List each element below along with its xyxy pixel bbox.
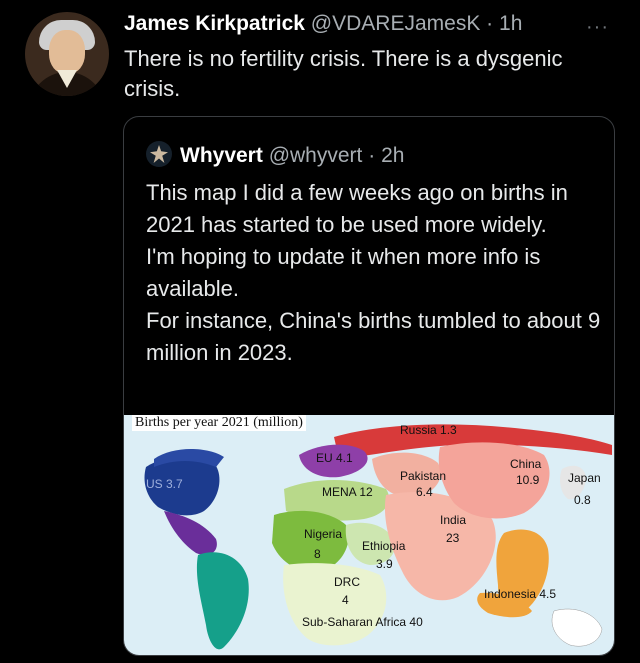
label-ethiopia-value: 3.9 [376, 557, 393, 571]
quote-paragraph: This map I did a few weeks ago on births… [146, 180, 568, 237]
quote-separator-dot: · [368, 144, 376, 167]
label-nigeria-value: 8 [314, 547, 321, 561]
tweet-header: James Kirkpatrick @VDAREJamesK · 1h [124, 12, 522, 36]
author-avatar[interactable] [25, 12, 109, 96]
label-eu: EU 4.1 [316, 451, 353, 465]
quote-paragraph: For instance, China's births tumbled to … [146, 308, 601, 365]
label-china-value: 10.9 [516, 473, 540, 487]
label-china: China [510, 457, 542, 471]
quote-time[interactable]: 2h [381, 144, 404, 167]
label-mena: MENA 12 [322, 485, 373, 499]
quote-text: This map I did a few weeks ago on births… [146, 177, 606, 369]
map-title: Births per year 2021 (million) [132, 415, 306, 431]
tweet-text: There is no fertility crisis. There is a… [124, 46, 563, 101]
label-indonesia: Indonesia 4.5 [484, 587, 557, 601]
author-handle[interactable]: @VDAREJamesK [311, 12, 481, 35]
region-central-america [164, 511, 217, 556]
separator-dot: · [486, 12, 494, 35]
quoted-tweet[interactable]: Whyvert @whyvert · 2h This map I did a f… [123, 116, 615, 656]
region-australia [551, 608, 603, 647]
region-nigeria [272, 510, 349, 572]
label-japan: Japan [568, 471, 601, 485]
quote-avatar-icon[interactable] [146, 141, 172, 167]
quote-header: Whyvert @whyvert · 2h [146, 141, 404, 168]
label-drc: DRC [334, 575, 360, 589]
region-south-america [196, 552, 249, 650]
author-name[interactable]: James Kirkpatrick [124, 12, 305, 35]
births-map-image[interactable]: Births per year 2021 (million) Russia 1.… [124, 415, 614, 655]
label-russia: Russia 1.3 [400, 423, 457, 437]
label-ethiopia: Ethiopia [362, 539, 406, 553]
label-pakistan-value: 6.4 [416, 485, 433, 499]
label-drc-value: 4 [342, 593, 349, 607]
label-ssa: Sub-Saharan Africa 40 [302, 615, 423, 629]
label-india: India [440, 513, 467, 527]
label-india-value: 23 [446, 531, 460, 545]
tweet-time[interactable]: 1h [499, 12, 522, 35]
label-pakistan: Pakistan [400, 469, 447, 483]
quote-author-handle[interactable]: @whyvert [269, 144, 363, 167]
label-japan-value: 0.8 [574, 493, 591, 507]
quote-author-name[interactable]: Whyvert [180, 144, 263, 167]
more-options-icon[interactable]: ··· [586, 16, 609, 39]
quote-paragraph: I'm hoping to update it when more info i… [146, 244, 541, 301]
label-us: US 3.7 [146, 477, 183, 491]
label-nigeria: Nigeria [304, 527, 343, 541]
screenshot: James Kirkpatrick @VDAREJamesK · 1h ··· … [0, 0, 640, 663]
avatar-face [49, 30, 85, 74]
